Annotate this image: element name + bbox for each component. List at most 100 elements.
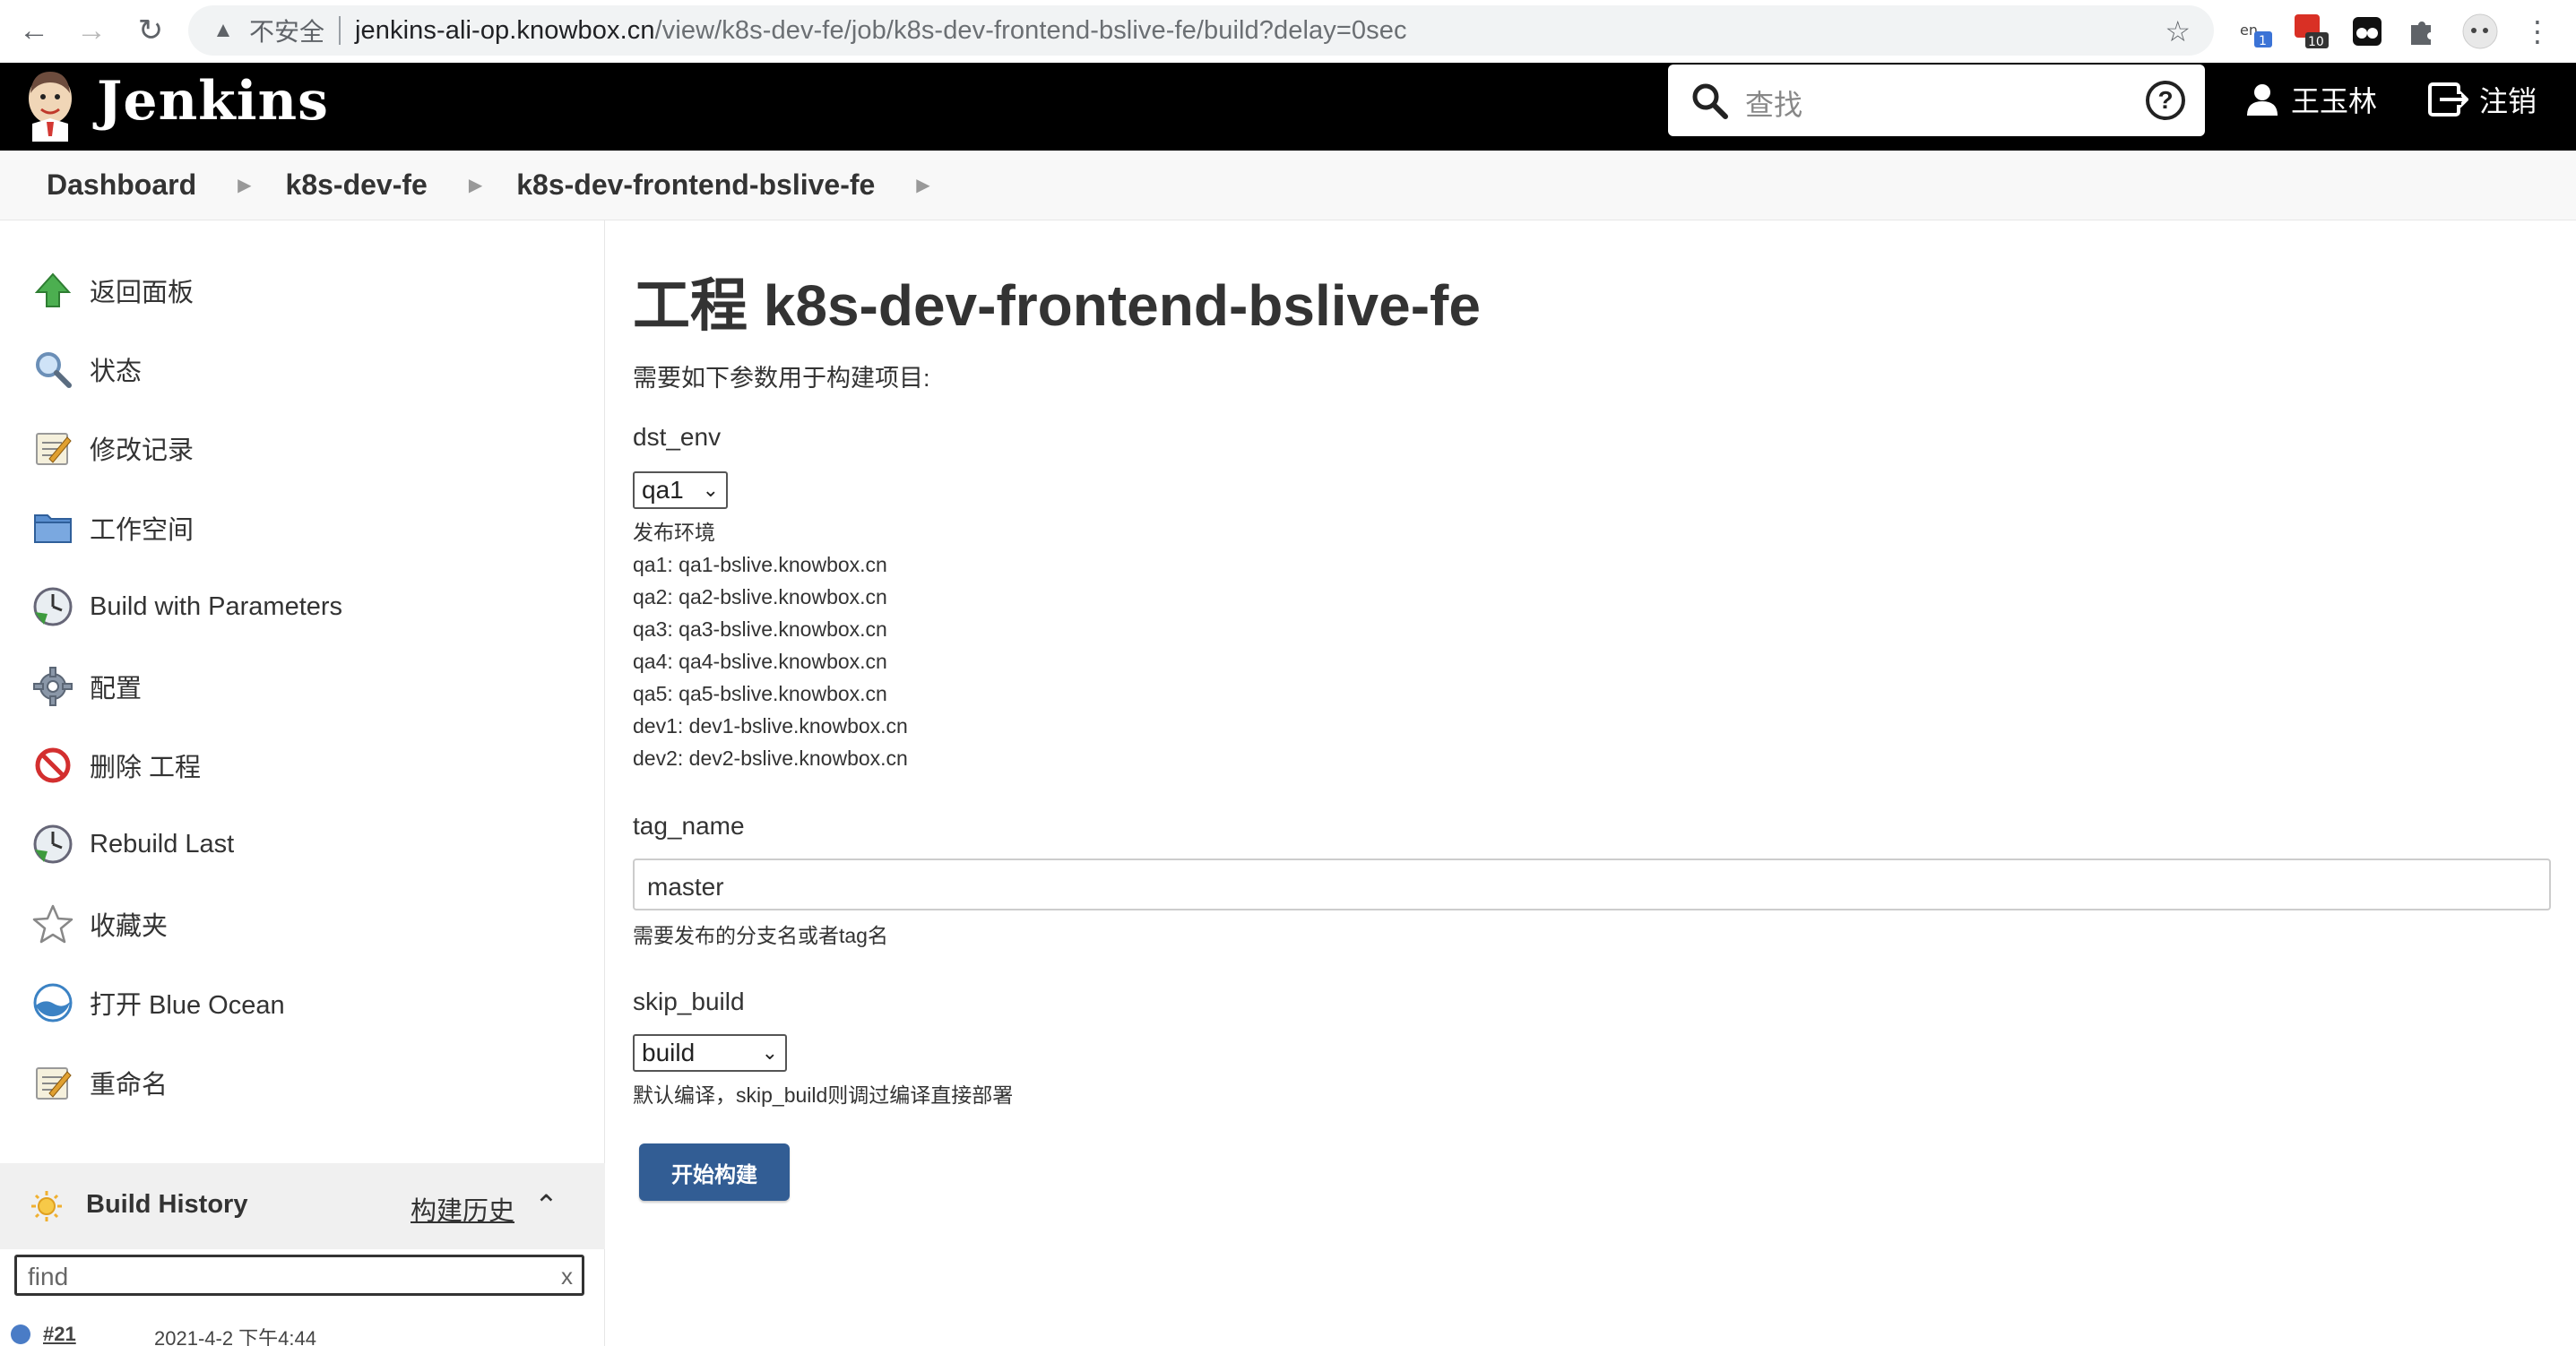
search-icon [1692, 83, 1728, 119]
dst-env-desc-line: qa4: qa4-bslive.knowbox.cn [633, 650, 887, 673]
breadcrumb-chevron-icon[interactable]: ▶ [916, 174, 929, 196]
sidebar-item-back-to-dashboard[interactable]: 返回面板 [30, 263, 194, 317]
clock-icon [30, 822, 75, 867]
sidebar-item-changes[interactable]: 修改记录 [30, 421, 194, 475]
sidebar-item-build-with-parameters[interactable]: Build with Parameters [30, 580, 342, 634]
folder-icon [30, 505, 75, 550]
sidebar-item-configure[interactable]: 配置 [30, 660, 142, 713]
dst-env-desc-line: qa5: qa5-bslive.knowbox.cn [633, 682, 887, 705]
dst-env-desc-line: dev1: dev1-bslive.knowbox.cn [633, 714, 908, 738]
logout-label: 注销 [2479, 85, 2537, 117]
sidebar-item-rename[interactable]: 重命名 [30, 1056, 168, 1109]
chevron-down-icon: ⌄ [702, 479, 719, 501]
sidebar-item-label: Rebuild Last [90, 829, 235, 859]
search-box[interactable]: 查找 ? [1668, 65, 2205, 136]
jenkins-header: Jenkins 查找 ? 王玉林 注销 [0, 63, 2576, 151]
ext-badge-1: 1 [2259, 34, 2267, 48]
mail-extension-icon[interactable]: 10 [2293, 13, 2330, 50]
dst-env-desc-line: qa2: qa2-bslive.knowbox.cn [633, 585, 887, 608]
reload-icon[interactable]: ↻ [124, 4, 177, 57]
security-label: 不安全 [249, 18, 325, 46]
breadcrumb-chevron-icon[interactable]: ▶ [469, 174, 482, 196]
url-text[interactable]: jenkins-ali-op.knowbox.cn/view/k8s-dev-f… [355, 16, 1407, 46]
profile-avatar-icon[interactable] [2461, 13, 2499, 50]
sidebar-item-status[interactable]: 状态 [30, 342, 142, 396]
help-icon[interactable]: ? [2146, 81, 2185, 120]
breadcrumb-dashboard[interactable]: Dashboard [47, 168, 196, 202]
skip-build-description: 默认编译，skip_build则调过编译直接部署 [633, 1083, 1014, 1107]
dst-env-desc-line: dev2: dev2-bslive.knowbox.cn [633, 746, 908, 770]
param-name-dst-env: dst_env [633, 423, 722, 451]
sidebar-item-label: 打开 Blue Ocean [90, 991, 285, 1020]
skip-build-select[interactable]: build ⌄ [633, 1034, 787, 1072]
tag-name-input[interactable]: master [633, 859, 2551, 910]
sidebar-item-label: 配置 [90, 675, 143, 703]
sidebar-item-delete-project[interactable]: 删除 工程 [30, 738, 201, 792]
back-arrow-icon[interactable]: ← [7, 4, 61, 57]
user-link[interactable]: 王玉林 [2244, 79, 2377, 120]
translate-extension-icon[interactable]: en 1 [2237, 13, 2275, 50]
sidebar-item-rebuild-last[interactable]: Rebuild Last [30, 817, 234, 871]
user-icon [2247, 84, 2278, 116]
sidebar-item-label: 返回面板 [90, 279, 194, 307]
sidebar-item-label: 状态 [90, 358, 143, 386]
page-title: 工程 k8s-dev-frontend-bslive-fe [633, 273, 1481, 338]
gear-icon [30, 664, 75, 709]
no-entry-icon [30, 743, 75, 788]
up-arrow-icon [30, 268, 75, 313]
param-name-tag-name: tag_name [633, 812, 745, 840]
address-bar[interactable]: ▲ 不安全 jenkins-ali-op.knowbox.cn/view/k8s… [188, 5, 2214, 56]
sidebar-item-label: 删除 工程 [90, 754, 202, 782]
sidebar-item-label: 修改记录 [90, 436, 194, 465]
notepad-icon [30, 426, 75, 470]
sidebar-item-label: Build with Parameters [90, 591, 343, 621]
puzzle-extensions-icon[interactable] [2402, 13, 2440, 50]
logout-link[interactable]: 注销 [2427, 79, 2537, 120]
collapse-caret-icon[interactable]: ⌃ [534, 1188, 558, 1222]
start-build-button[interactable]: 开始构建 [639, 1143, 790, 1201]
bookmark-star-icon[interactable]: ☆ [2165, 14, 2191, 48]
clear-filter-button[interactable]: x [561, 1263, 573, 1290]
breadcrumb-view[interactable]: k8s-dev-fe [286, 168, 428, 202]
tag-name-value: master [647, 873, 724, 901]
sidebar-item-label: 收藏夹 [90, 912, 169, 941]
forward-arrow-icon[interactable]: → [65, 4, 118, 57]
glasses-extension-icon[interactable] [2348, 13, 2386, 50]
build-history-header: Build History 构建历史 ⌃ [0, 1163, 605, 1249]
dst-env-description: 发布环境 qa1: qa1-bslive.knowbox.cn qa2: qa2… [633, 516, 908, 774]
parameters-intro: 需要如下参数用于构建项目: [633, 365, 930, 392]
sidebar-item-label: 重命名 [90, 1071, 169, 1100]
dst-env-desc-line: qa3: qa3-bslive.knowbox.cn [633, 617, 887, 641]
url-divider [339, 16, 341, 45]
build-number-link[interactable]: #21 [43, 1323, 76, 1346]
dst-env-desc-title: 发布环境 [633, 521, 715, 544]
sidebar-item-open-blue-ocean[interactable]: 打开 Blue Ocean [30, 976, 285, 1030]
dst-env-select[interactable]: qa1 ⌄ [633, 471, 728, 509]
logout-icon [2428, 82, 2468, 116]
blue-ocean-icon [30, 980, 75, 1025]
browser-menu-icon[interactable]: ⋮ [2519, 13, 2556, 50]
search-icon [30, 347, 75, 392]
build-history-filter-input[interactable]: find x [14, 1255, 584, 1296]
sidebar-item-favorite[interactable]: 收藏夹 [30, 897, 168, 951]
search-input[interactable]: 查找 [1745, 82, 1802, 124]
warning-icon: ▲ [212, 18, 234, 42]
build-trend-link[interactable]: 构建历史 [411, 1190, 514, 1228]
param-name-skip-build: skip_build [633, 988, 745, 1015]
star-icon [30, 902, 75, 946]
sidebar-item-workspace[interactable]: 工作空间 [30, 501, 194, 555]
jenkins-brand[interactable]: Jenkins [97, 70, 329, 133]
jenkins-logo-icon[interactable] [23, 66, 77, 142]
breadcrumb: Dashboard ▶ k8s-dev-fe ▶ k8s-dev-fronten… [0, 151, 2576, 220]
build-status-ball-icon [11, 1324, 30, 1344]
notepad-icon [30, 1060, 75, 1105]
clock-icon [30, 584, 75, 629]
build-history-row[interactable]: #21 2021-4-2 下午4:44 [11, 1321, 584, 1346]
breadcrumb-chevron-icon[interactable]: ▶ [238, 174, 251, 196]
breadcrumb-job[interactable]: k8s-dev-frontend-bslive-fe [516, 168, 875, 202]
ext-badge-2: 10 [2308, 35, 2324, 49]
user-name: 王玉林 [2291, 85, 2378, 117]
sun-weather-icon [31, 1191, 62, 1221]
dst-env-desc-line: qa1: qa1-bslive.knowbox.cn [633, 553, 887, 576]
dst-env-selected: qa1 [642, 476, 684, 504]
